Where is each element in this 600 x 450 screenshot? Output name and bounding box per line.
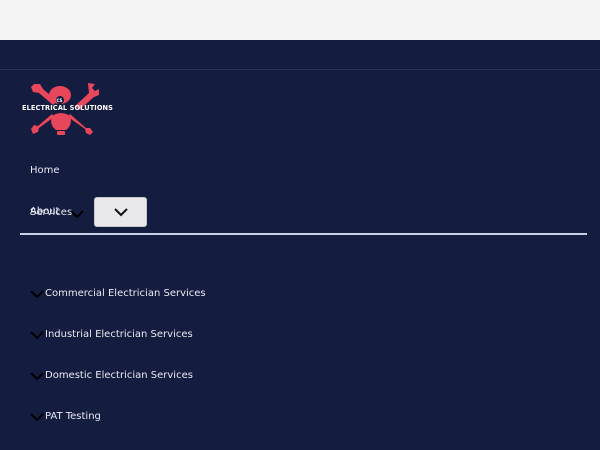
chevron-down-icon xyxy=(30,372,44,381)
logo-badge: CS xyxy=(57,98,63,103)
logo-text: ELECTRICAL SOLUTIONS xyxy=(22,104,114,112)
chevron-down-icon xyxy=(70,210,84,219)
site-header: CS ELECTRICAL SOLUTIONS Home About xyxy=(0,40,600,450)
site-logo[interactable]: CS ELECTRICAL SOLUTIONS xyxy=(22,80,114,138)
submenu-item-label[interactable]: PAT Testing xyxy=(45,411,101,422)
submenu-item-label[interactable]: Domestic Electrician Services xyxy=(45,370,193,381)
services-toggle-button[interactable] xyxy=(94,197,147,227)
submenu-item-pat-testing[interactable]: PAT Testing xyxy=(30,408,330,428)
submenu-item-label[interactable]: Commercial Electrician Services xyxy=(45,288,206,299)
chevron-down-icon xyxy=(30,413,44,422)
nav-home[interactable]: Home xyxy=(30,165,60,176)
submenu-item-label[interactable]: Industrial Electrician Services xyxy=(45,329,193,340)
chevron-down-icon xyxy=(113,208,128,217)
chevron-down-icon xyxy=(30,331,44,340)
submenu-item-domestic[interactable]: Domestic Electrician Services xyxy=(30,367,330,387)
submenu-divider xyxy=(20,233,587,235)
header-divider xyxy=(0,69,600,70)
browser-top-strip xyxy=(0,0,600,40)
nav-services-label[interactable]: Services xyxy=(30,207,72,218)
chevron-down-icon xyxy=(30,290,44,299)
submenu-item-commercial[interactable]: Commercial Electrician Services xyxy=(30,285,330,305)
submenu-item-industrial[interactable]: Industrial Electrician Services xyxy=(30,326,330,346)
